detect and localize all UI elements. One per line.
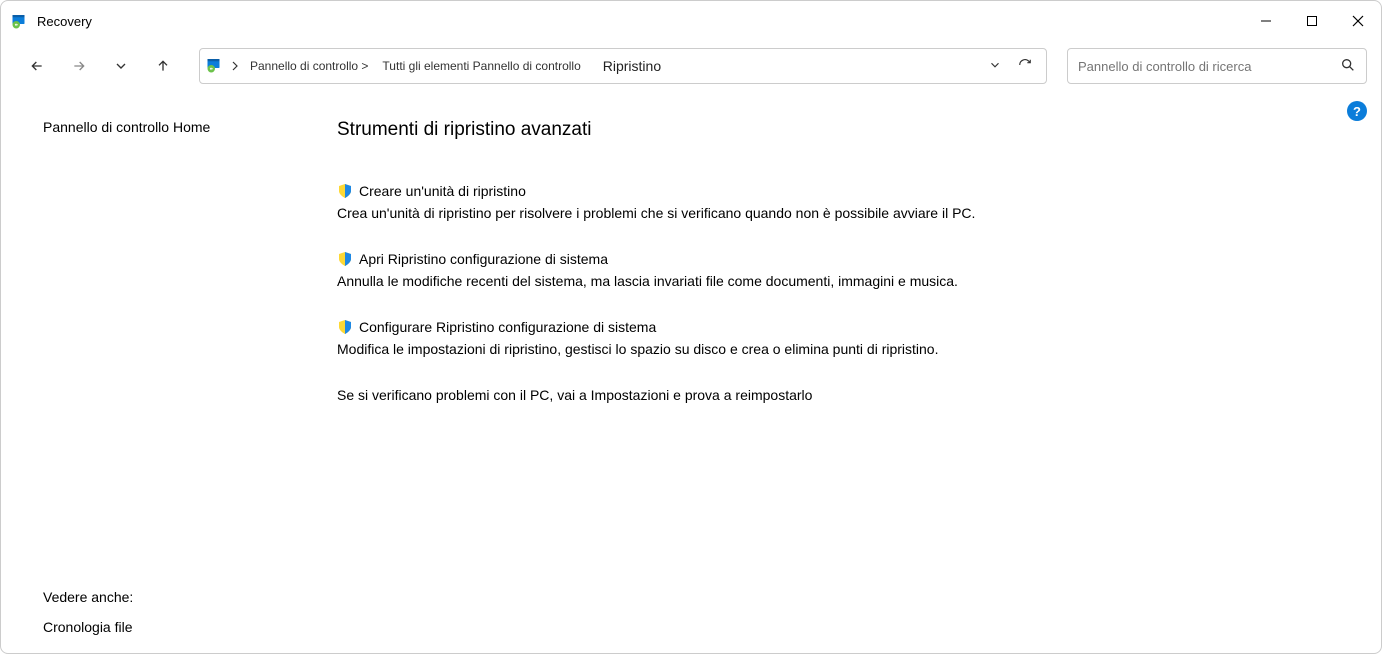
sidebar: Pannello di controllo Home Vedere anche:…: [1, 91, 301, 653]
search-input[interactable]: [1078, 59, 1340, 74]
recent-locations-button[interactable]: [103, 48, 139, 84]
minimize-button[interactable]: [1243, 1, 1289, 41]
breadcrumb-control-panel[interactable]: Pannello di controllo >: [246, 59, 372, 73]
tool-desc: Crea un'unità di ripristino per risolver…: [337, 205, 1341, 221]
tool-title-text: Apri Ripristino configurazione di sistem…: [359, 251, 608, 267]
page-heading: Strumenti di ripristino avanzati: [337, 119, 1341, 141]
tool-link-configure-system-restore[interactable]: Configurare Ripristino configurazione di…: [337, 319, 1341, 335]
close-button[interactable]: [1335, 1, 1381, 41]
tool-title-text: Configurare Ripristino configurazione di…: [359, 319, 656, 335]
shield-icon: [337, 251, 353, 267]
tool-link-open-system-restore[interactable]: Apri Ripristino configurazione di sistem…: [337, 251, 1341, 267]
tool-desc: Modifica le impostazioni di ripristino, …: [337, 341, 1341, 357]
navigation-bar: Pannello di controllo > Tutti gli elemen…: [1, 41, 1381, 91]
tool-desc: Annulla le modifiche recenti del sistema…: [337, 273, 1341, 289]
settings-note: Se si verificano problemi con il PC, vai…: [337, 387, 1341, 403]
file-history-link[interactable]: Cronologia file: [43, 619, 301, 635]
window-title: Recovery: [37, 14, 92, 29]
titlebar: Recovery: [1, 1, 1381, 41]
breadcrumb-current[interactable]: Ripristino: [599, 58, 665, 74]
tool-link-create-recovery-drive[interactable]: Creare un'unità di ripristino: [337, 183, 1341, 199]
tool-configure-system-restore: Configurare Ripristino configurazione di…: [337, 319, 1341, 357]
sidebar-home-link[interactable]: Pannello di controllo Home: [43, 119, 301, 135]
search-box[interactable]: [1067, 48, 1367, 84]
address-dropdown-button[interactable]: [988, 58, 1002, 75]
forward-button[interactable]: [61, 48, 97, 84]
tool-create-recovery-drive: Creare un'unità di ripristino Crea un'un…: [337, 183, 1341, 221]
recovery-icon: [206, 56, 224, 77]
up-button[interactable]: [145, 48, 181, 84]
address-bar[interactable]: Pannello di controllo > Tutti gli elemen…: [199, 48, 1047, 84]
breadcrumb-all-items[interactable]: Tutti gli elementi Pannello di controllo: [378, 59, 584, 73]
recovery-app-icon: [11, 12, 29, 30]
refresh-button[interactable]: [1018, 58, 1032, 75]
chevron-right-icon: [230, 61, 240, 71]
content-area: Pannello di controllo Home Vedere anche:…: [1, 91, 1381, 653]
shield-icon: [337, 319, 353, 335]
main-panel: Strumenti di ripristino avanzati Creare …: [301, 91, 1381, 653]
window-controls: [1243, 1, 1381, 41]
tool-title-text: Creare un'unità di ripristino: [359, 183, 526, 199]
maximize-button[interactable]: [1289, 1, 1335, 41]
search-icon[interactable]: [1340, 57, 1356, 76]
shield-icon: [337, 183, 353, 199]
tool-open-system-restore: Apri Ripristino configurazione di sistem…: [337, 251, 1341, 289]
see-also-heading: Vedere anche:: [43, 589, 301, 605]
back-button[interactable]: [19, 48, 55, 84]
